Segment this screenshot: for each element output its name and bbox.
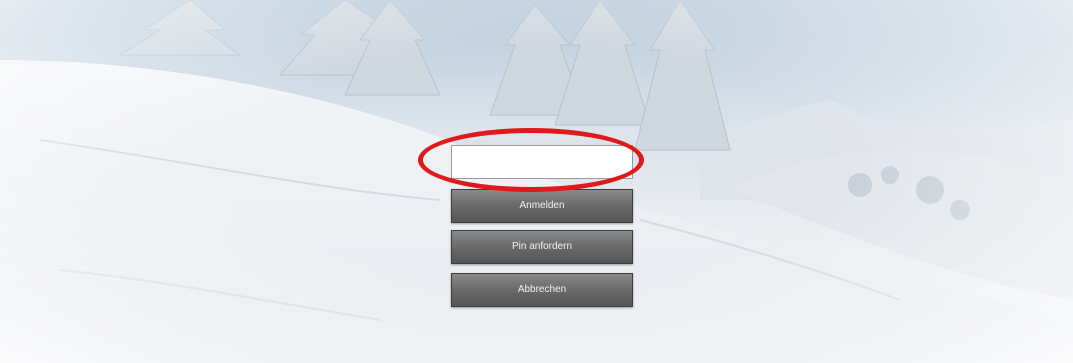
- request-pin-button[interactable]: Pin anfordern: [451, 230, 633, 264]
- login-screen: Anmelden Pin anfordern Abbrechen: [0, 0, 1073, 363]
- pin-input[interactable]: [451, 145, 633, 179]
- snowy-landscape-background: [0, 0, 1073, 363]
- login-button[interactable]: Anmelden: [451, 189, 633, 223]
- cancel-button[interactable]: Abbrechen: [451, 273, 633, 307]
